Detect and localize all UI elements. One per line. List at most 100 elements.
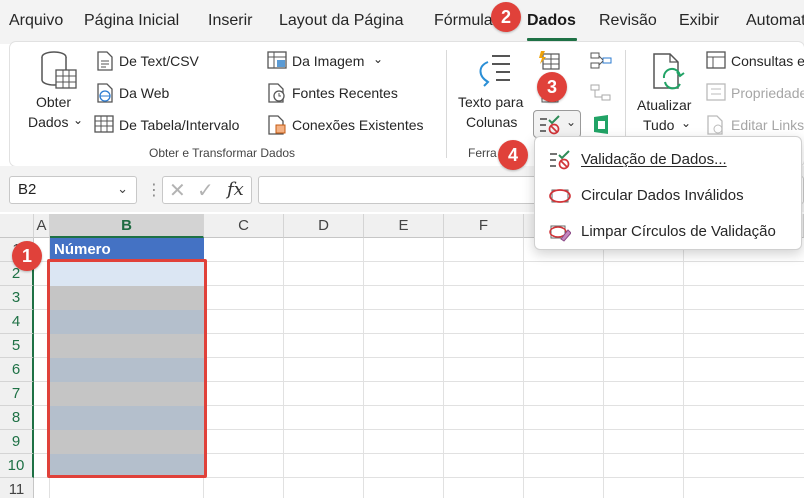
from-web-button[interactable]: Da Web [119, 85, 169, 101]
database-icon [40, 50, 78, 97]
cell-b6[interactable] [50, 358, 204, 382]
get-data-label-1[interactable]: Obter [36, 94, 71, 110]
recent-sources-button[interactable]: Fontes Recentes [292, 85, 398, 101]
name-box[interactable]: B2 ⌄ [9, 176, 137, 204]
data-validation-icon [549, 150, 571, 175]
text-to-columns-label-1[interactable]: Texto para [458, 94, 523, 110]
get-data-label-2[interactable]: Dados [28, 114, 68, 130]
table-icon [94, 115, 114, 138]
active-tab-indicator [527, 38, 577, 41]
step-badge-3: 3 [537, 72, 567, 102]
from-table-range-button[interactable]: De Tabela/Intervalo [119, 117, 239, 133]
step-badge-1: 1 [12, 241, 42, 271]
menu-item-label: Limpar Círculos de Validação [581, 223, 776, 240]
row-header-10[interactable]: 10 [0, 454, 34, 478]
cell-b8[interactable] [50, 406, 204, 430]
menu-item-circle-invalid-data[interactable]: Circular Dados Inválidos [535, 179, 803, 213]
cell-b7[interactable] [50, 382, 204, 406]
data-validation-dropdown: Validação de Dados... Circular Dados Inv… [534, 136, 802, 250]
row-header-8[interactable]: 8 [0, 406, 34, 430]
chevron-down-icon[interactable]: ⌄ [117, 181, 128, 197]
row-header-7[interactable]: 7 [0, 382, 34, 406]
tab-pagina-inicial[interactable]: Página Inicial [84, 12, 179, 30]
tab-inserir[interactable]: Inserir [208, 12, 252, 30]
menu-item-label: Circular Dados Inválidos [581, 187, 744, 204]
text-to-columns-label-2[interactable]: Colunas [466, 114, 517, 130]
properties-icon [706, 83, 726, 106]
row-header-9[interactable]: 9 [0, 430, 34, 454]
web-globe-icon [96, 83, 114, 108]
recent-sources-icon [267, 83, 287, 108]
cell-b3[interactable] [50, 286, 204, 310]
chevron-down-icon[interactable]: ⌄ [681, 116, 691, 130]
cell-b1-header[interactable]: Número [50, 238, 204, 262]
cell-b9[interactable] [50, 430, 204, 454]
confirm-icon[interactable]: ✓ [197, 178, 214, 203]
select-all-corner[interactable] [0, 214, 34, 238]
refresh-all-label-1[interactable]: Atualizar [637, 97, 691, 113]
formula-buttons: ✕ ✓ fx [162, 176, 252, 204]
group-label-data-tools: Ferra [468, 146, 497, 160]
row-header-4[interactable]: 4 [0, 310, 34, 334]
cell-b2[interactable] [50, 262, 204, 286]
gridline [523, 238, 524, 498]
menu-item-clear-validation-circles[interactable]: Limpar Círculos de Validação [535, 215, 803, 249]
from-text-csv-button[interactable]: De Text/CSV [119, 53, 199, 69]
menu-bar: Arquivo Página Inicial Inserir Layout da… [0, 0, 804, 44]
gridline [283, 238, 284, 498]
chevron-down-icon[interactable]: ⌄ [73, 113, 83, 127]
cell-b10[interactable] [50, 454, 204, 478]
edit-links-button: Editar Links [731, 117, 804, 133]
column-header-c[interactable]: C [204, 214, 284, 238]
tab-exibir[interactable]: Exibir [679, 12, 719, 30]
tab-arquivo[interactable]: Arquivo [9, 12, 63, 30]
refresh-all-label-2[interactable]: Tudo [643, 117, 674, 133]
tab-layout-da-pagina[interactable]: Layout da Página [279, 12, 404, 30]
queries-connections-icon [706, 51, 726, 74]
chevron-down-icon[interactable]: ⌄ [373, 52, 383, 66]
queries-connections-button[interactable]: Consultas e [731, 53, 804, 69]
data-validation-split-button[interactable]: ⌄ [533, 110, 581, 138]
gridline [603, 238, 604, 498]
text-to-columns-icon [474, 52, 514, 95]
insert-function-button[interactable]: fx [227, 179, 244, 200]
tab-automatizar[interactable]: Automatizar [746, 12, 804, 30]
properties-button: Propriedade [731, 85, 804, 101]
cancel-icon[interactable]: ✕ [169, 178, 186, 203]
row-header-6[interactable]: 6 [0, 358, 34, 382]
cell-b5[interactable] [50, 334, 204, 358]
consolidate-icon[interactable] [590, 51, 612, 76]
step-badge-2: 2 [491, 2, 521, 32]
menu-item-data-validation[interactable]: Validação de Dados... [535, 143, 803, 177]
menu-item-label: Validação de Dados... [581, 151, 727, 168]
chevron-down-icon[interactable]: ⌄ [566, 115, 576, 129]
refresh-all-icon [650, 52, 688, 97]
column-header-d[interactable]: D [284, 214, 364, 238]
from-image-button[interactable]: Da Imagem [292, 53, 364, 69]
gridline [683, 238, 684, 498]
existing-connections-button[interactable]: Conexões Existentes [292, 117, 424, 133]
group-label-get-transform: Obter e Transformar Dados [149, 146, 296, 160]
row-header-5[interactable]: 5 [0, 334, 34, 358]
gridline [443, 238, 444, 498]
text-file-icon [96, 51, 114, 76]
step-badge-4: 4 [498, 140, 528, 170]
column-header-a[interactable]: A [34, 214, 50, 238]
cell-b4[interactable] [50, 310, 204, 334]
name-box-value: B2 [18, 181, 37, 198]
column-header-e[interactable]: E [364, 214, 444, 238]
tab-dados[interactable]: Dados [527, 12, 576, 30]
tab-revisao[interactable]: Revisão [599, 12, 657, 30]
row-header-3[interactable]: 3 [0, 286, 34, 310]
circle-invalid-icon [549, 186, 571, 211]
existing-connections-icon [267, 115, 287, 140]
formula-bar-grip-icon: ⋮ [146, 182, 162, 199]
gridline [363, 238, 364, 498]
row-header-11[interactable]: 11 [0, 478, 34, 498]
column-header-b[interactable]: B [50, 214, 204, 238]
clear-circles-icon [549, 222, 572, 247]
image-table-icon [267, 51, 287, 74]
column-header-f[interactable]: F [444, 214, 524, 238]
relationships-icon [590, 83, 612, 108]
ribbon-separator [446, 50, 447, 158]
